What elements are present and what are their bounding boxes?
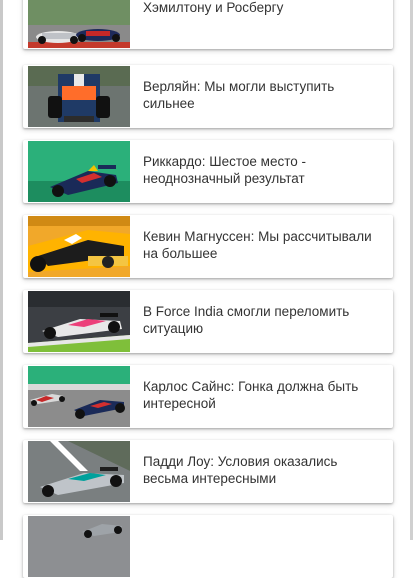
news-card[interactable]: Хэмилтону и Росбергу bbox=[23, 0, 393, 49]
news-title: Риккардо: Шестое место - неоднозначный р… bbox=[143, 154, 307, 186]
news-title: Кевин Магнуссен: Мы рассчитывали на боль… bbox=[143, 229, 372, 261]
news-card[interactable] bbox=[23, 515, 393, 578]
news-card[interactable]: Кевин Магнуссен: Мы рассчитывали на боль… bbox=[23, 215, 393, 278]
news-thumbnail bbox=[28, 291, 130, 352]
news-title: Падди Лоу: Условия оказались весьма инте… bbox=[143, 454, 338, 486]
news-card[interactable]: Карлос Сайнс: Гонка должна быть интересн… bbox=[23, 365, 393, 428]
news-title: Верляйн: Мы могли выступить сильнее bbox=[143, 79, 335, 111]
news-thumbnail bbox=[28, 366, 130, 427]
news-thumbnail bbox=[28, 441, 130, 502]
left-edge-divider bbox=[0, 0, 3, 540]
news-feed[interactable]: Хэмилтону и Росбергу Верляйн: Мы могли в… bbox=[23, 0, 393, 578]
news-thumbnail bbox=[28, 0, 130, 48]
news-card[interactable]: В Force India смогли переломить ситуацию bbox=[23, 290, 393, 353]
news-title: В Force India смогли переломить ситуацию bbox=[143, 304, 350, 336]
news-title: Карлос Сайнс: Гонка должна быть интересн… bbox=[143, 379, 359, 411]
news-card[interactable]: Верляйн: Мы могли выступить сильнее bbox=[23, 65, 393, 128]
news-card[interactable]: Риккардо: Шестое место - неоднозначный р… bbox=[23, 140, 393, 203]
news-card[interactable]: Падди Лоу: Условия оказались весьма инте… bbox=[23, 440, 393, 503]
news-thumbnail bbox=[28, 516, 130, 577]
news-title: Хэмилтону и Росбергу bbox=[143, 0, 284, 15]
news-thumbnail bbox=[28, 216, 130, 277]
news-thumbnail bbox=[28, 66, 130, 127]
news-thumbnail bbox=[28, 141, 130, 202]
